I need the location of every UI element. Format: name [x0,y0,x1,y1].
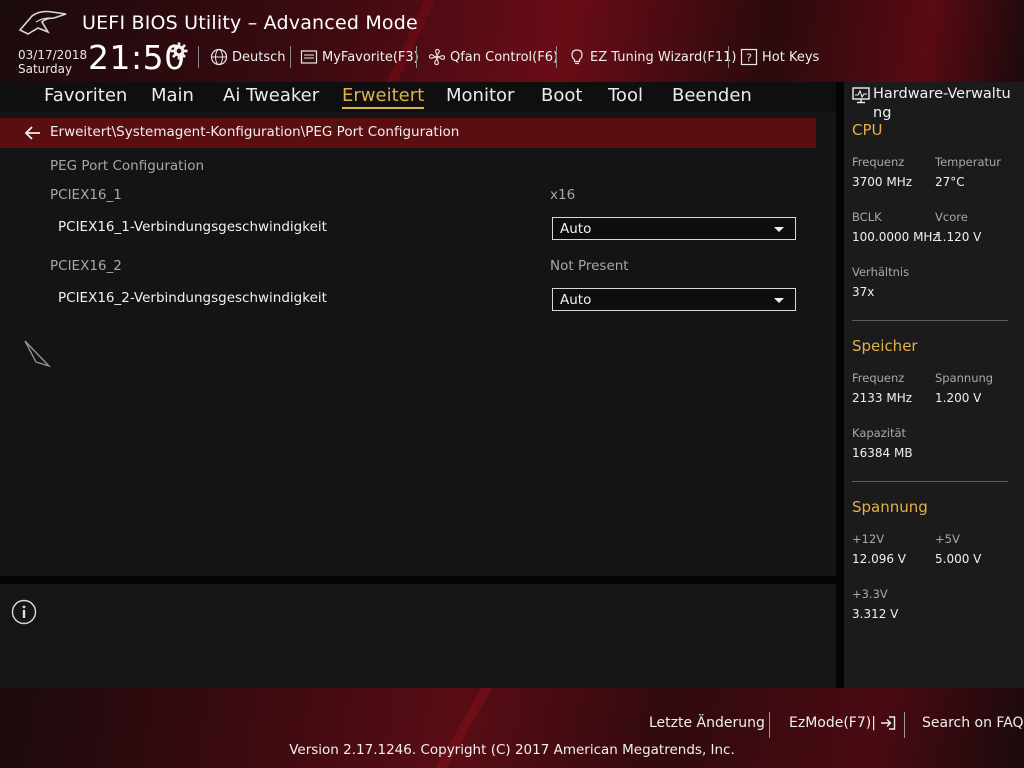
exit-arrow-icon [880,716,896,730]
monitor-icon [852,87,870,104]
bclk-label: BCLK [852,210,882,224]
tab-tool[interactable]: Tool [608,85,643,106]
memory-heading: Speicher [852,337,918,355]
memory-voltage-value: 1.200 V [935,391,982,405]
header-divider [416,46,417,68]
section-divider [852,481,1008,482]
cpu-frequency-label: Frequenz [852,155,905,169]
caret-down-icon [774,227,784,232]
ratio-label: Verhältnis [852,265,910,279]
ratio-value: 37x [852,285,875,299]
select-value: Auto [560,292,592,308]
favorite-list-icon [300,50,318,64]
language-label: Deutsch [232,49,286,65]
svg-text:?: ? [746,52,752,65]
fan-icon [428,48,446,66]
copyright-text: Version 2.17.1246. Copyright (C) 2017 Am… [289,742,735,758]
tab-beenden[interactable]: Beenden [672,85,752,106]
content-divider [0,576,838,584]
globe-icon [210,48,228,66]
memory-frequency-label: Frequenz [852,371,905,385]
tab-monitor[interactable]: Monitor [446,85,514,106]
select-value: Auto [560,221,592,237]
info-icon [11,599,37,625]
v5-label: +5V [935,532,960,546]
memory-voltage-label: Spannung [935,371,994,385]
hardware-monitor-title: Hardware-Verwaltung [873,86,1011,121]
v33-value: 3.312 V [852,607,899,621]
myfavorite-label: MyFavorite(F3) [322,49,419,65]
qfan-control-label: Qfan Control(F6) [450,49,559,65]
hot-keys-button[interactable]: ? Hot Keys [740,48,819,66]
memory-frequency-value: 2133 MHz [852,391,913,405]
setting-label-pciex16-1-speed: PCIEX16_1-Verbindungsgeschwindigkeit [58,219,327,235]
tab-favoriten[interactable]: Favoriten [44,85,127,106]
back-arrow-icon[interactable] [24,125,42,141]
voltage-heading: Spannung [852,498,928,516]
header-divider [728,46,729,68]
footer-divider [769,712,770,738]
port-name-pciex16-2: PCIEX16_2 [50,258,122,274]
tab-boot[interactable]: Boot [541,85,582,106]
app-title: UEFI BIOS Utility – Advanced Mode [82,12,418,34]
rog-logo-icon [18,10,67,35]
caret-down-icon [774,298,784,303]
section-title: PEG Port Configuration [50,158,205,174]
lightbulb-icon [571,49,583,65]
day-display: Saturday [18,62,73,76]
question-box-icon: ? [740,48,758,66]
v5-value: 5.000 V [935,552,982,566]
last-change-button[interactable]: Letzte Änderung [649,715,765,731]
search-faq-button[interactable]: Search on FAQ [922,715,1024,731]
language-button[interactable]: Deutsch [210,48,286,66]
setting-label-pciex16-2-speed: PCIEX16_2-Verbindungsgeschwindigkeit [58,290,327,306]
tab-erweitert[interactable]: Erweitert [342,85,425,109]
myfavorite-button[interactable]: MyFavorite(F3) [300,48,419,66]
port-name-pciex16-1: PCIEX16_1 [50,187,122,203]
mouse-pointer-icon [24,340,52,368]
ezmode-label: EzMode(F7)| [789,715,876,731]
cpu-temperature-label: Temperatur [935,155,1002,169]
date-display: 03/17/2018 [18,48,88,62]
pciex16-1-speed-select[interactable]: Auto [552,217,796,240]
section-divider [852,320,1008,321]
pciex16-2-speed-select[interactable]: Auto [552,288,796,311]
v12-value: 12.096 V [852,552,907,566]
gear-icon[interactable] [170,42,188,60]
v12-label: +12V [852,532,885,546]
ez-tuning-wizard-label: EZ Tuning Wizard(F11) [590,49,737,65]
breadcrumb-path: Erweitert\Systemagent-Konfiguration\PEG … [50,124,460,140]
panel-divider [836,82,844,688]
vcore-label: Vcore [935,210,968,224]
ezmode-button[interactable]: EzMode(F7)| [789,715,896,731]
port-status-pciex16-2: Not Present [550,258,629,274]
qfan-control-button[interactable]: Qfan Control(F6) [428,48,558,66]
header-divider [198,46,199,68]
memory-capacity-value: 16384 MB [852,446,913,460]
header-divider [556,46,557,68]
port-status-pciex16-1: x16 [550,187,576,203]
ez-tuning-wizard-button[interactable]: EZ Tuning Wizard(F11) [568,48,736,66]
cpu-frequency-value: 3700 MHz [852,175,913,189]
cpu-heading: CPU [852,121,883,139]
tab-ai-tweaker[interactable]: Ai Tweaker [223,85,319,106]
footer-divider [904,712,905,738]
bclk-value: 100.0000 MHz [852,230,939,244]
cpu-temperature-value: 27°C [935,175,965,189]
last-change-label: Letzte Änderung [649,715,765,731]
vcore-value: 1.120 V [935,230,982,244]
memory-capacity-label: Kapazität [852,426,907,440]
search-faq-label: Search on FAQ [922,715,1024,731]
help-info-panel [0,584,838,688]
v33-label: +3.3V [852,587,888,601]
tab-main[interactable]: Main [151,85,194,106]
hot-keys-label: Hot Keys [762,49,820,65]
header-divider [290,46,291,68]
